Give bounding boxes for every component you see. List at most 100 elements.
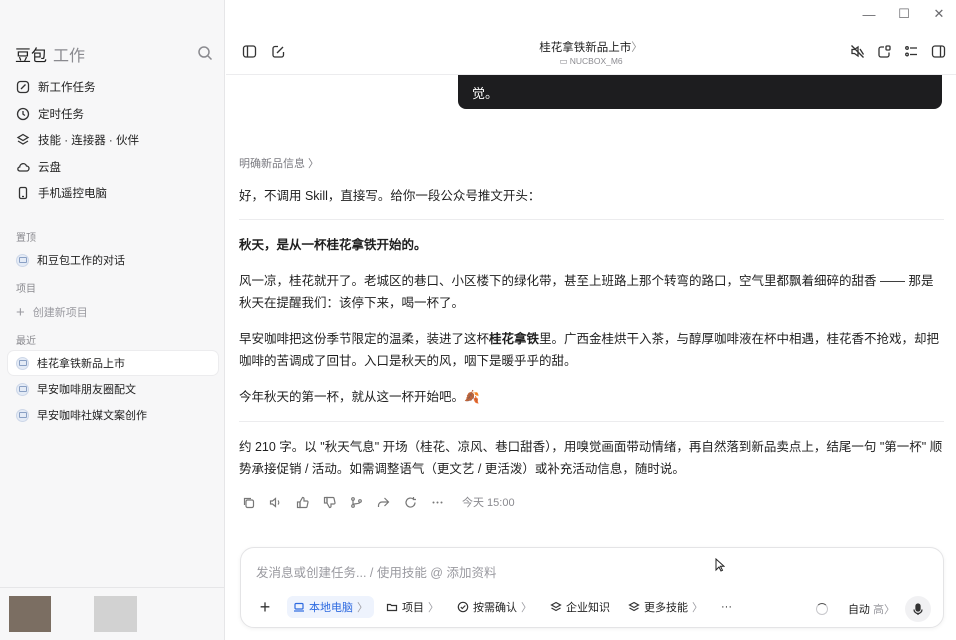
confirm-mode-button[interactable]: 按需确认〉 xyxy=(451,596,538,618)
tool-label: 按需确认 xyxy=(473,602,517,614)
forward-icon[interactable] xyxy=(377,496,390,509)
search-icon[interactable] xyxy=(197,45,213,61)
thumbs-up-icon[interactable] xyxy=(296,496,309,509)
chevron-right-icon: 〉 xyxy=(692,602,703,614)
window-controls: — ☐ ✕ xyxy=(862,6,946,22)
more-options-button[interactable]: ··· xyxy=(715,598,738,616)
brand: 豆包 工作 xyxy=(15,42,85,66)
mouse-cursor-icon xyxy=(715,558,725,572)
main-panel: — ☐ ✕ 桂花拿铁新品上市〉 ▭ NUCBOX_M6 觉。 明确新品信息 〉 … xyxy=(226,0,956,640)
speaker-icon[interactable] xyxy=(269,496,282,509)
chat-icon xyxy=(16,408,29,422)
branch-icon[interactable] xyxy=(350,496,363,509)
message-actions: 今天 15:00 xyxy=(242,494,515,510)
tool-label: 项目 xyxy=(402,602,424,614)
sidebar-item-label: 新工作任务 xyxy=(38,82,96,95)
divider xyxy=(239,421,944,422)
sidebar: 豆包 工作 新工作任务 定时任务 技能 · 连接器 · 伙伴 云盘 手机遥控电脑… xyxy=(0,0,225,640)
article-title: 秋天，是从一杯桂花拿铁开始的。 xyxy=(239,238,427,252)
clarify-link[interactable]: 明确新品信息 〉 xyxy=(239,155,319,171)
assistant-summary: 约 210 字。以 "秋天气息" 开场（桂花、凉风、巷口甜香），用嗅觉画面带动情… xyxy=(239,440,943,476)
brand-primary: 豆包 xyxy=(15,48,48,65)
enterprise-knowledge-button[interactable]: 企业知识 xyxy=(544,596,616,618)
clock-icon xyxy=(16,107,30,120)
project-button[interactable]: 项目〉 xyxy=(380,596,445,618)
tool-label: 本地电脑 xyxy=(309,602,353,614)
plus-icon: + xyxy=(16,303,25,321)
composer-right: 自动 高〉 xyxy=(815,596,931,622)
thumbnail-placeholder xyxy=(94,596,137,632)
pinned-conversation[interactable]: 和豆包工作的对话 xyxy=(8,248,218,272)
share-icon[interactable] xyxy=(877,44,892,59)
stack-icon xyxy=(628,601,640,612)
user-message-text: 觉。 xyxy=(472,86,499,101)
check-circle-icon xyxy=(457,601,469,613)
article-paragraph: 今年秋天的第一杯，就从这一杯开始吧。🍂 xyxy=(239,390,480,404)
panel-right-icon[interactable] xyxy=(931,44,946,59)
chat-title[interactable]: 桂花拿铁新品上市〉 xyxy=(226,39,956,55)
chevron-right-icon: 〉 xyxy=(631,42,643,54)
projects-section-label: 项目 xyxy=(16,284,36,295)
recent-conversation[interactable]: 桂花拿铁新品上市 xyxy=(8,351,218,375)
edit-icon xyxy=(16,81,30,94)
sidebar-item-remote[interactable]: 手机遥控电脑 xyxy=(10,180,220,207)
refresh-icon[interactable] xyxy=(404,496,417,509)
close-icon[interactable]: ✕ xyxy=(932,6,946,21)
sidebar-item-cloud[interactable]: 云盘 xyxy=(10,154,220,181)
sidebar-item-new-task[interactable]: 新工作任务 xyxy=(10,74,220,101)
loading-spinner-icon xyxy=(815,603,828,615)
sidebar-item-skills[interactable]: 技能 · 连接器 · 伙伴 xyxy=(10,127,220,154)
voice-input-button[interactable] xyxy=(905,596,931,622)
add-attachment-button[interactable]: + xyxy=(255,597,275,618)
chat-title-text: 桂花拿铁新品上市 xyxy=(539,42,632,54)
mode-selector[interactable]: 自动 高〉 xyxy=(848,601,895,617)
paragraph-text: 早安咖啡把这份季节限定的温柔，装进了这杯 xyxy=(239,332,490,346)
sidebar-item-label: 技能 · 连接器 · 伙伴 xyxy=(38,135,139,148)
tool-label: 更多技能 xyxy=(644,602,688,614)
task-list-icon[interactable] xyxy=(904,44,919,59)
layers-icon xyxy=(16,133,30,146)
brand-secondary: 工作 xyxy=(53,48,86,65)
chat-scroll-area[interactable]: 觉。 明确新品信息 〉 好，不调用 Skill，直接写。给你一段公众号推文开头：… xyxy=(226,75,956,545)
chevron-right-icon: 〉 xyxy=(428,602,439,614)
mode-level: 高 xyxy=(873,604,884,616)
device-name: NUCBOX_M6 xyxy=(569,56,623,66)
app-window: 豆包 工作 新工作任务 定时任务 技能 · 连接器 · 伙伴 云盘 手机遥控电脑… xyxy=(0,0,956,640)
sidebar-item-label: 手机遥控电脑 xyxy=(38,188,107,201)
chevron-right-icon: 〉 xyxy=(884,604,895,616)
more-icon[interactable] xyxy=(431,496,444,509)
divider xyxy=(239,219,944,220)
local-computer-button[interactable]: 本地电脑〉 xyxy=(287,596,374,618)
conversation-label: 和豆包工作的对话 xyxy=(37,255,125,267)
laptop-icon: ▭ xyxy=(559,56,568,66)
mute-icon[interactable] xyxy=(850,44,865,59)
article-paragraph: 早安咖啡把这份季节限定的温柔，装进了这杯桂花拿铁里。广西金桂烘干入茶，与醇厚咖啡… xyxy=(239,328,944,372)
recent-section-label: 最近 xyxy=(16,336,36,347)
chat-icon xyxy=(16,382,29,396)
mode-label: 自动 xyxy=(847,604,870,616)
chevron-right-icon: 〉 xyxy=(521,602,532,614)
user-avatar[interactable] xyxy=(9,596,51,632)
recent-conversation[interactable]: 早安咖啡朋友圈配文 xyxy=(8,377,218,401)
chevron-right-icon: 〉 xyxy=(357,602,368,614)
tool-label: 企业知识 xyxy=(566,602,610,614)
create-project-button[interactable]: + 创建新项目 xyxy=(8,300,218,324)
phone-icon xyxy=(18,187,28,200)
create-project-label: 创建新项目 xyxy=(32,307,88,319)
composer-toolbar: + 本地电脑〉 项目〉 按需确认〉 企业知识 更多技能 〉 ··· xyxy=(255,596,738,618)
maximize-icon[interactable]: ☐ xyxy=(897,6,911,21)
product-name: 桂花拿铁 xyxy=(489,332,540,346)
user-message-bubble: 觉。 xyxy=(458,75,942,109)
microphone-icon xyxy=(913,602,923,615)
message-input[interactable]: 发消息或创建任务... / 使用技能 @ 添加资料 xyxy=(256,562,496,581)
message-timestamp: 今天 15:00 xyxy=(462,497,515,509)
recent-conversation[interactable]: 早安咖啡社媒文案创作 xyxy=(8,403,218,427)
cloud-icon xyxy=(17,162,30,172)
thumbs-down-icon[interactable] xyxy=(323,496,336,509)
sidebar-item-scheduled[interactable]: 定时任务 xyxy=(10,101,220,128)
minimize-icon[interactable]: — xyxy=(862,7,876,22)
conversation-label: 早安咖啡朋友圈配文 xyxy=(37,384,136,396)
sidebar-menu: 新工作任务 定时任务 技能 · 连接器 · 伙伴 云盘 手机遥控电脑 xyxy=(10,74,220,207)
more-skills-button[interactable]: 更多技能〉 xyxy=(622,596,709,618)
copy-icon[interactable] xyxy=(242,496,255,509)
